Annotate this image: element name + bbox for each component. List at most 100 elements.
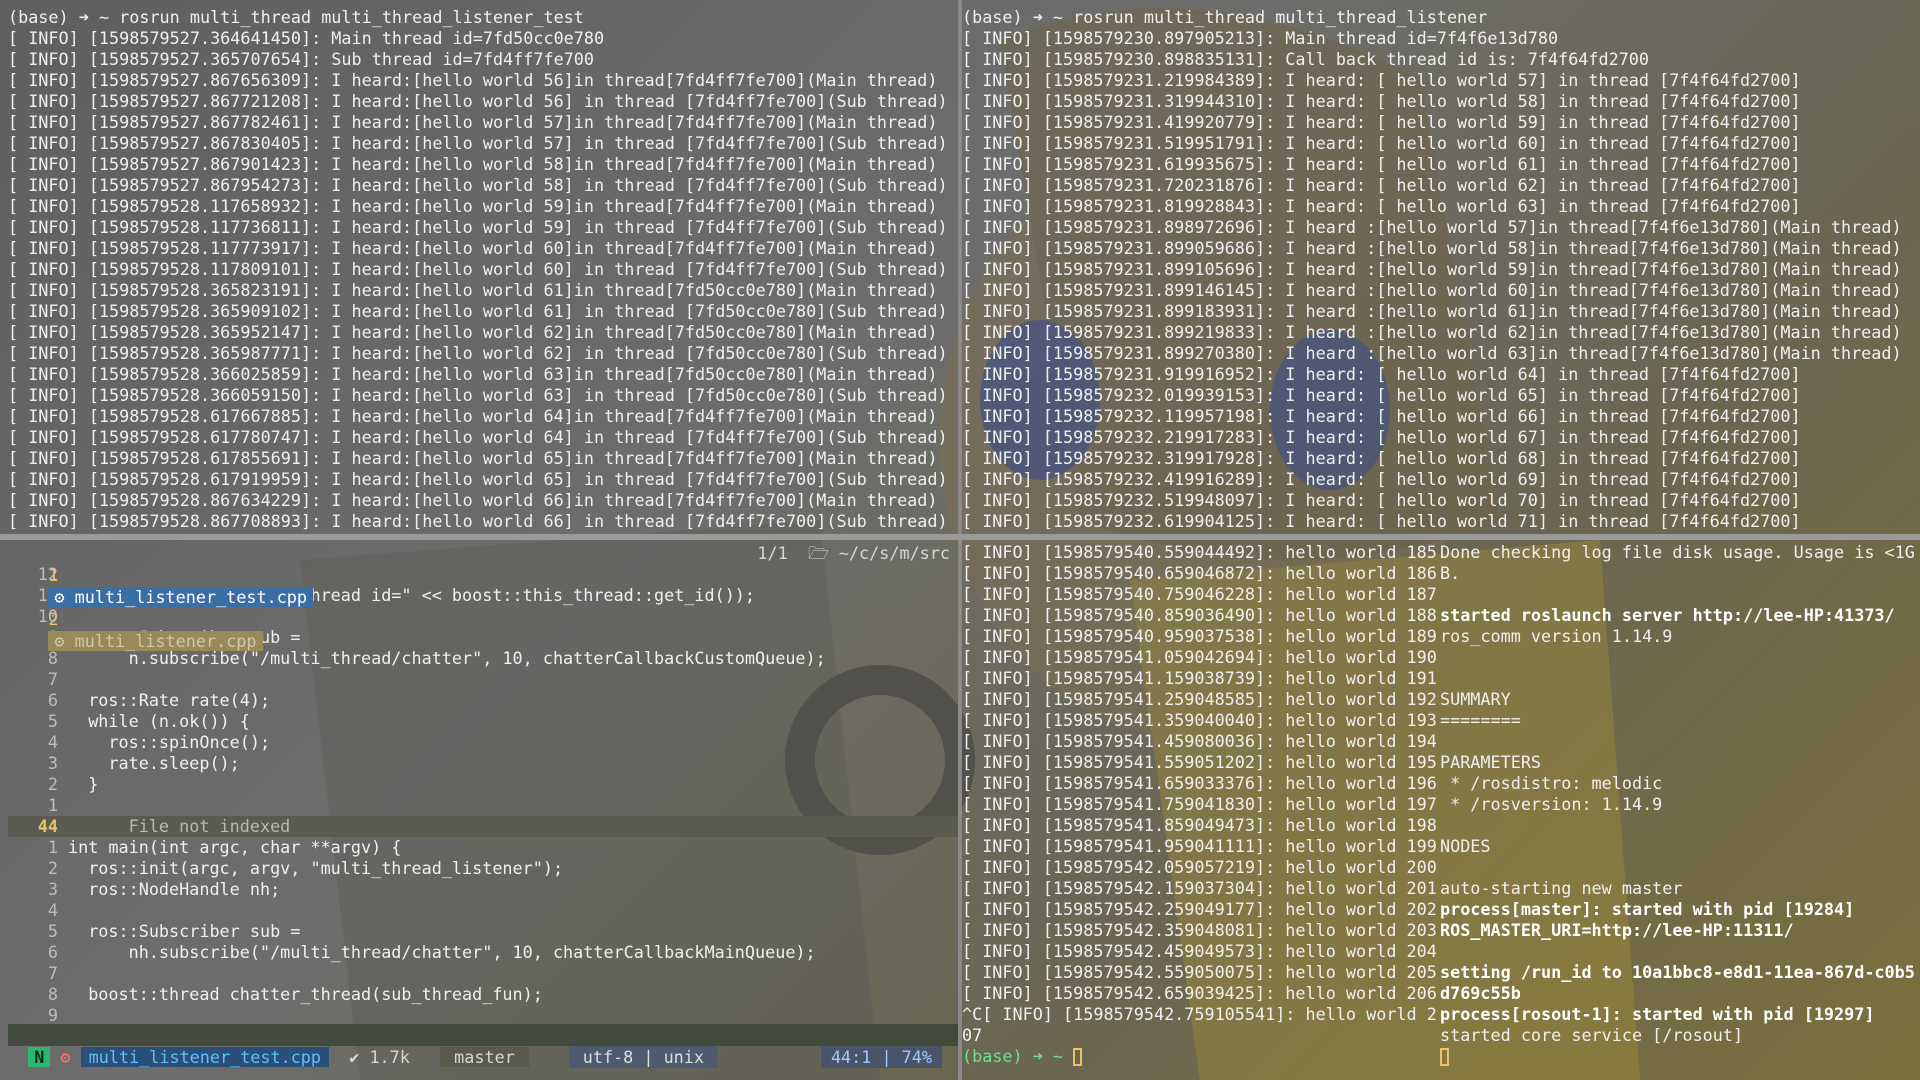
terminal-line: * /rosdistro: melodic [1440, 773, 1663, 793]
line-number: 5 [47, 711, 58, 731]
terminal-line: [ INFO] [1598579528.117773917]: I heard:… [8, 238, 938, 258]
terminal-line: [ INFO] [1598579528.366025859]: I heard:… [8, 364, 938, 384]
shell-prompt[interactable]: (base) ➜ ~ [962, 1046, 1440, 1067]
terminal-line: [ INFO] [1598579541.259048585]: hello wo… [962, 689, 1437, 709]
terminal-line: [ INFO] [1598579541.459080036]: hello wo… [962, 731, 1437, 751]
mode-indicator: N [28, 1047, 51, 1067]
terminal-line: Done checking log file disk usage. Usage… [1440, 542, 1915, 562]
terminal-line: setting /run_id to 10a1bbc8-e8d1-11ea-86… [1440, 962, 1915, 982]
line-number: 7 [47, 963, 58, 983]
terminal-line: [ INFO] [1598579540.859036490]: hello wo… [962, 605, 1437, 625]
terminal-line: [ INFO] [1598579232.319917928]: I heard:… [962, 448, 1801, 468]
terminal-line: [ INFO] [1598579540.659046872]: hello wo… [962, 563, 1437, 583]
text-cursor [1073, 1048, 1083, 1066]
terminal-line: [ INFO] [1598579230.897905213]: Main thr… [962, 28, 1559, 48]
code-line: 7 [8, 963, 958, 984]
code-line: 9 [8, 1005, 958, 1026]
terminal-line: [ INFO] [1598579542.059057219]: hello wo… [962, 857, 1437, 877]
terminal-line: [ INFO] [1598579528.365823191]: I heard:… [8, 280, 938, 300]
terminal-line: [ INFO] [1598579527.867901423]: I heard:… [8, 154, 938, 174]
code-text: int main(int argc, char **argv) { [68, 837, 402, 857]
line-number: 1 [47, 837, 58, 857]
code-line: 6 nh.subscribe("/multi_thread/chatter", … [8, 942, 958, 963]
terminal-line: [ INFO] [1598579231.898972696]: I heard … [962, 217, 1902, 237]
terminal-line: [ INFO] [1598579231.720231876]: I heard:… [962, 175, 1801, 195]
terminal-line: [ INFO] [1598579231.899059686]: I heard … [962, 238, 1902, 258]
terminal-line: 07 [962, 1025, 983, 1045]
terminal-line: [ INFO] [1598579527.867721208]: I heard:… [8, 91, 948, 111]
code-text: ros::Rate rate(4); [68, 690, 271, 710]
terminal-line: [ INFO] [1598579231.419920779]: I heard:… [962, 112, 1801, 132]
line-number: 44 [37, 816, 58, 836]
terminal-line: started core service [/rosout] [1440, 1025, 1744, 1045]
tab-number: 1 [48, 565, 59, 585]
vim-editor-pane[interactable]: 1 ⚙ multi_listener_test.cpp 2 ⚙ multi_li… [8, 542, 958, 1042]
terminal-line: [ INFO] [1598579541.759041830]: hello wo… [962, 794, 1437, 814]
code-line: 2 ros::init(argc, argv, "multi_thread_li… [8, 858, 958, 879]
code-text: ros::Subscriber sub = [68, 921, 301, 941]
terminal-line: (base) ➜ ~ rosrun multi_thread multi_thr… [962, 7, 1488, 27]
line-number: 4 [47, 732, 58, 752]
terminal-line: [ INFO] [1598579528.365909102]: I heard:… [8, 301, 948, 321]
terminal-line: [ INFO] [1598579528.617780747]: I heard:… [8, 427, 948, 447]
terminal-line: [ INFO] [1598579541.059042694]: hello wo… [962, 647, 1437, 667]
terminal-line: [ INFO] [1598579527.867782461]: I heard:… [8, 112, 938, 132]
terminal-line: [ INFO] [1598579528.617855691]: I heard:… [8, 448, 938, 468]
code-text: rate.sleep(); [68, 753, 240, 773]
line-number: 3 [47, 879, 58, 899]
terminal-line: [ INFO] [1598579540.559044492]: hello wo… [962, 542, 1437, 562]
terminal-line: [ INFO] [1598579528.117809101]: I heard:… [8, 259, 948, 279]
terminal-line: [ INFO] [1598579230.898835131]: Call bac… [962, 49, 1650, 69]
terminal-pane-listener[interactable]: (base) ➜ ~ rosrun multi_thread multi_thr… [962, 7, 1918, 532]
code-text: ros::NodeHandle nh; [68, 879, 281, 899]
terminal-line: [ INFO] [1598579541.359040040]: hello wo… [962, 710, 1437, 730]
code-line: 12 [8, 564, 958, 585]
terminal-line: [ INFO] [1598579528.867708893]: I heard:… [8, 511, 948, 531]
terminal-output: [ INFO] [1598579540.559044492]: hello wo… [962, 542, 1440, 1046]
terminal-pane-listener-test[interactable]: (base) ➜ ~ rosrun multi_thread multi_thr… [8, 7, 958, 532]
code-line: 1 [8, 795, 958, 816]
code-line: 4 [8, 900, 958, 921]
terminal-line: B. [1440, 563, 1461, 583]
terminal-line: [ INFO] [1598579232.619904125]: I heard:… [962, 511, 1801, 531]
code-line: 5 ros::Subscriber sub = [8, 921, 958, 942]
terminal-pane-roscore[interactable]: Done checking log file disk usage. Usage… [1440, 542, 1918, 1067]
tab-path-info: 1/1 🗁 ~/c/s/m/src [757, 543, 950, 563]
code-line: 4 ros::spinOnce(); [8, 732, 958, 753]
terminal-line: [ INFO] [1598579528.365987771]: I heard:… [8, 343, 948, 363]
terminal-line: [ INFO] [1598579528.867634229]: I heard:… [8, 490, 938, 510]
terminal-line: [ INFO] [1598579232.019939153]: I heard:… [962, 385, 1801, 405]
line-number: 2 [47, 858, 58, 878]
terminal-line: [ INFO] [1598579232.519948097]: I heard:… [962, 490, 1801, 510]
terminal-line: [ INFO] [1598579542.259049177]: hello wo… [962, 899, 1437, 919]
code-line: 3 ros::NodeHandle nh; [8, 879, 958, 900]
terminal-line: [ INFO] [1598579541.159038739]: hello wo… [962, 668, 1437, 688]
tab-multi-listener-test[interactable]: ⚙ multi_listener_test.cpp [48, 587, 314, 607]
terminal-line: PARAMETERS [1440, 752, 1542, 772]
code-text: File not indexed [68, 816, 291, 836]
code-line: 3 rate.sleep(); [8, 753, 958, 774]
line-number: 5 [47, 921, 58, 941]
git-branch: master [440, 1047, 529, 1067]
terminal-line: ======== [1440, 710, 1521, 730]
line-number: 6 [47, 942, 58, 962]
code-text: nh.subscribe("/multi_thread/chatter", 10… [68, 942, 816, 962]
terminal-pane-talker[interactable]: [ INFO] [1598579540.559044492]: hello wo… [962, 542, 1440, 1067]
terminal-line: [ INFO] [1598579542.459049573]: hello wo… [962, 941, 1437, 961]
terminal-line: [ INFO] [1598579541.959041111]: hello wo… [962, 836, 1437, 856]
terminal-line: [ INFO] [1598579541.859049473]: hello wo… [962, 815, 1437, 835]
code-line: 6 ros::Rate rate(4); [8, 690, 958, 711]
code-text: } [68, 774, 99, 794]
terminal-line: [ INFO] [1598579528.366059150]: I heard:… [8, 385, 948, 405]
tab-multi-listener[interactable]: ⚙ multi_listener.cpp [48, 631, 263, 651]
terminal-line: [ INFO] [1598579232.219917283]: I heard:… [962, 427, 1801, 447]
terminal-line: [ INFO] [1598579231.519951791]: I heard:… [962, 133, 1801, 153]
tab-number: 2 [48, 609, 59, 629]
pane-divider-horizontal[interactable] [0, 534, 1920, 540]
vim-statusline: N ⚙ multi_listener_test.cpp ✔ 1.7k maste… [8, 1024, 958, 1068]
terminal-line: ROS_MASTER_URI=http://lee-HP:11311/ [1440, 920, 1794, 940]
terminal-output: Done checking log file disk usage. Usage… [1440, 542, 1918, 1046]
terminal-line: [ INFO] [1598579231.899270380]: I heard … [962, 343, 1902, 363]
